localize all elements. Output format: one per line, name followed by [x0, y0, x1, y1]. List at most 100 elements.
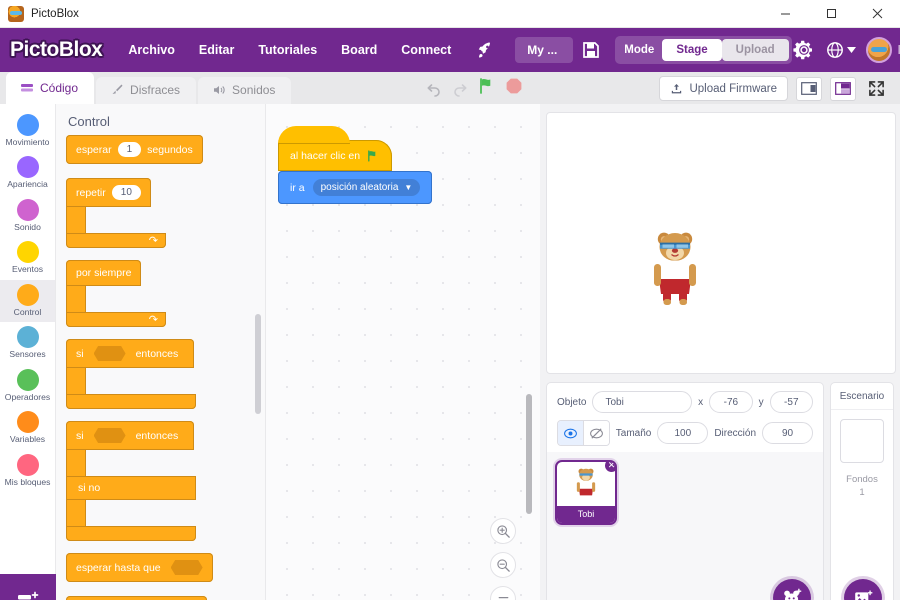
sprite-y-input[interactable]: -57: [770, 391, 813, 413]
menu-tutoriales[interactable]: Tutoriales: [248, 36, 327, 64]
block-repetir[interactable]: repetir 10 ↷: [66, 178, 265, 248]
backdrop-thumbnail[interactable]: [840, 419, 884, 463]
speaker-icon: [212, 83, 226, 97]
menu-items: Archivo Editar Tutoriales Board Connect: [118, 36, 499, 64]
category-dot-movimiento: [17, 114, 39, 136]
block-repetir-hasta-que[interactable]: repetir hasta que: [66, 596, 265, 600]
block-c-arm: [66, 450, 86, 476]
redo-icon[interactable]: [451, 80, 469, 98]
tab-sonidos-label: Sonidos: [232, 83, 275, 97]
menu-board[interactable]: Board: [331, 36, 387, 64]
sidebar-item-variables[interactable]: Variables: [0, 407, 55, 449]
avatar: [866, 37, 892, 63]
sidebar-item-eventos[interactable]: Eventos: [0, 237, 55, 279]
sprite-x-input[interactable]: -76: [709, 391, 752, 413]
block-esperar-hasta-que[interactable]: esperar hasta que: [66, 553, 265, 582]
zoom-in-icon[interactable]: [490, 518, 516, 544]
block-c-foot: ↷: [66, 233, 166, 248]
workspace-scrollbar[interactable]: [526, 394, 532, 514]
tab-codigo[interactable]: Código: [6, 72, 94, 104]
sidebar-item-operadores[interactable]: Operadores: [0, 365, 55, 407]
close-button[interactable]: [854, 0, 900, 28]
upload-firmware-button[interactable]: Upload Firmware: [659, 76, 788, 101]
motion-dropdown-value: posición aleatoria: [321, 182, 399, 193]
menu-archivo[interactable]: Archivo: [118, 36, 185, 64]
sidebar-item-apariencia[interactable]: Apariencia: [0, 152, 55, 194]
palette-scrollbar[interactable]: [255, 314, 261, 414]
save-icon[interactable]: [581, 35, 601, 65]
eye-show-icon[interactable]: [558, 421, 583, 445]
sidebar-item-sonido[interactable]: Sonido: [0, 195, 55, 237]
login-button[interactable]: Login: [866, 37, 900, 63]
direccion-label: Dirección: [714, 428, 756, 439]
script-workspace[interactable]: al hacer clic en ir a posición aleatoria…: [266, 104, 540, 600]
script-stack[interactable]: al hacer clic en ir a posición aleatoria…: [278, 122, 540, 204]
block-label-post: segundos: [147, 144, 193, 156]
block-si-entonces-si-no[interactable]: si entonces si no: [66, 421, 265, 541]
mode-option-stage[interactable]: Stage: [662, 39, 721, 61]
zoom-out-icon[interactable]: [490, 552, 516, 578]
block-input-repeat-count[interactable]: 10: [112, 185, 141, 200]
block-label-pre: esperar: [76, 144, 112, 156]
sidebar-item-label: Sensores: [9, 350, 45, 359]
block-boolean-slot[interactable]: [171, 560, 203, 575]
stop-icon[interactable]: [505, 77, 523, 100]
pictoblox-logo[interactable]: PictoBlox: [10, 38, 102, 62]
zoom-reset-icon[interactable]: [490, 586, 516, 600]
sprite-direction-input[interactable]: 90: [762, 422, 813, 444]
block-boolean-slot[interactable]: [94, 346, 126, 361]
tab-sonidos[interactable]: Sonidos: [198, 77, 291, 104]
block-esperar-segundos[interactable]: esperar 1 segundos: [66, 135, 265, 164]
sidebar-item-control[interactable]: Control: [0, 280, 55, 322]
stage-selector-column: Escenario Fondos 1: [830, 382, 894, 600]
block-label-post: entonces: [136, 430, 179, 442]
add-sprite-bear-icon[interactable]: [773, 579, 811, 600]
add-extension-icon[interactable]: [0, 574, 56, 600]
sidebar-item-sensores[interactable]: Sensores: [0, 322, 55, 364]
block-c-arm: [66, 286, 86, 312]
stage-canvas[interactable]: [546, 112, 896, 374]
block-si-entonces[interactable]: si entonces: [66, 339, 265, 409]
list-item[interactable]: ✕: [555, 460, 617, 525]
fullscreen-icon[interactable]: [864, 77, 888, 101]
block-label-pre: si: [76, 430, 84, 442]
gear-icon[interactable]: [792, 38, 816, 62]
visibility-toggle-group: [557, 420, 610, 446]
stage-sprite-tobi[interactable]: [646, 229, 704, 312]
block-input-seconds[interactable]: 1: [118, 142, 142, 157]
menubar-right-group: Login: [792, 37, 900, 63]
eye-hide-icon[interactable]: [583, 421, 608, 445]
rocket-icon[interactable]: [471, 36, 499, 64]
window-title: PictoBlox: [31, 8, 79, 20]
block-ir-a[interactable]: ir a posición aleatoria ▼: [278, 171, 432, 204]
menu-connect[interactable]: Connect: [391, 36, 461, 64]
block-c-foot: [66, 394, 196, 409]
block-palette[interactable]: Control esperar 1 segundos repetir 10: [56, 104, 266, 600]
zoom-controls: [490, 518, 516, 600]
undo-icon[interactable]: [425, 80, 443, 98]
sidebar-item-label: Mis bloques: [5, 478, 51, 487]
block-al-hacer-clic-en[interactable]: al hacer clic en: [278, 140, 392, 171]
green-flag-icon[interactable]: [477, 76, 497, 101]
large-stage-layout-icon[interactable]: [830, 77, 856, 101]
language-selector[interactable]: [826, 41, 856, 59]
menu-editar[interactable]: Editar: [189, 36, 244, 64]
small-stage-layout-icon[interactable]: [796, 77, 822, 101]
add-backdrop-image-icon[interactable]: [844, 579, 882, 600]
block-c-foot: [66, 526, 196, 541]
tab-disfraces[interactable]: Disfraces: [96, 77, 196, 104]
mode-option-upload[interactable]: Upload: [722, 39, 789, 61]
block-por-siempre[interactable]: por siempre ↷: [66, 260, 265, 327]
sprite-size-input[interactable]: 100: [657, 422, 708, 444]
sprite-name-input[interactable]: Tobi: [592, 391, 692, 413]
minimize-button[interactable]: [762, 0, 808, 28]
maximize-button[interactable]: [808, 0, 854, 28]
motion-dropdown[interactable]: posición aleatoria ▼: [313, 179, 421, 196]
y-label: y: [759, 397, 764, 408]
fondos-info: Fondos 1: [846, 473, 878, 500]
block-boolean-slot[interactable]: [94, 428, 126, 443]
sidebar-item-mis-bloques[interactable]: Mis bloques: [0, 450, 55, 492]
sidebar-item-movimiento[interactable]: Movimiento: [0, 110, 55, 152]
delete-badge-icon[interactable]: ✕: [604, 460, 617, 473]
project-name-input[interactable]: My ...: [515, 37, 573, 63]
